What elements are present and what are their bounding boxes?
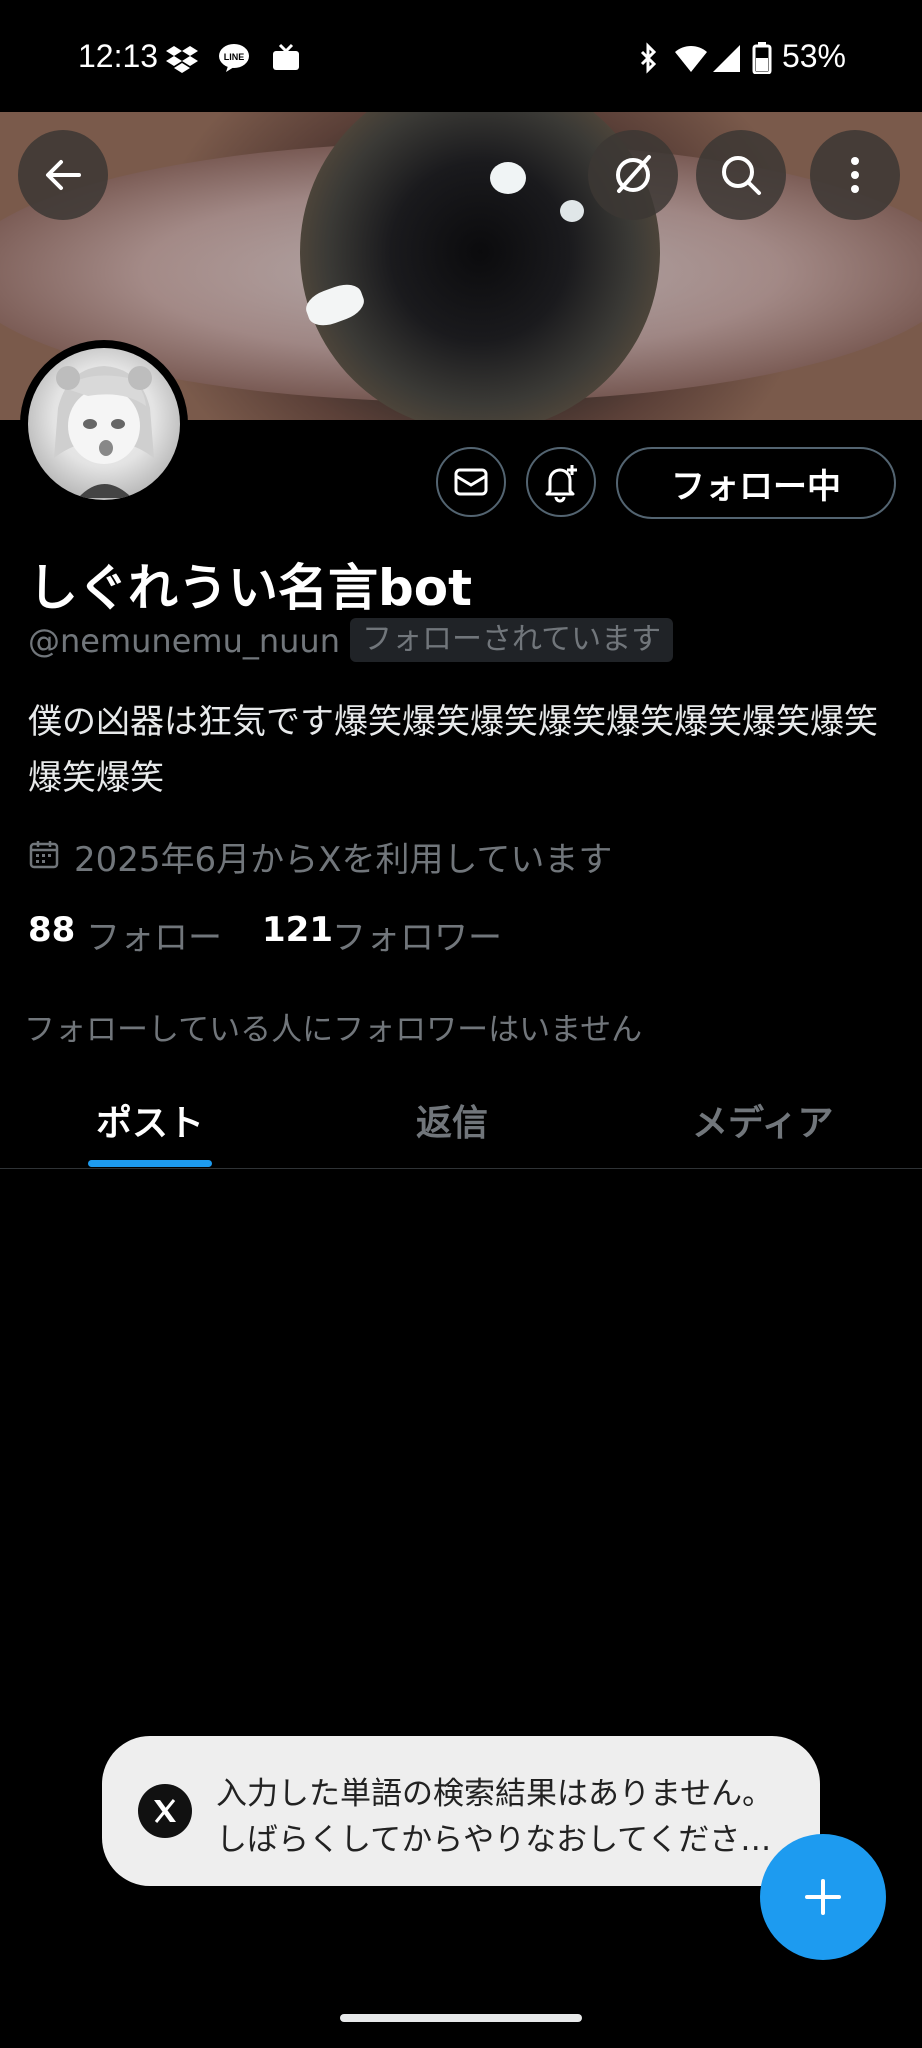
followers-label[interactable]: フォロワー [332, 910, 502, 959]
tab-posts[interactable]: ポスト [96, 1094, 204, 1146]
search-button[interactable] [696, 130, 786, 220]
status-time: 12:13 [78, 38, 159, 74]
back-button[interactable] [18, 130, 108, 220]
tab-replies[interactable]: 返信 [416, 1094, 488, 1146]
user-handle: @nemunemu_nuun [28, 622, 340, 660]
back-arrow-icon [46, 160, 81, 190]
notify-button[interactable] [526, 447, 596, 517]
plus-icon [805, 1879, 841, 1915]
message-button[interactable] [436, 447, 506, 517]
following-label[interactable]: フォロー [86, 910, 222, 959]
banner-glint [560, 200, 584, 222]
avatar-image [28, 348, 180, 500]
more-options-button[interactable] [810, 130, 900, 220]
profile-bio: 僕の凶器は狂気です爆笑爆笑爆笑爆笑爆笑爆笑爆笑爆笑爆笑爆笑 [28, 702, 878, 798]
calendar-icon [28, 838, 60, 870]
battery-icon [752, 42, 784, 75]
following-count[interactable]: 88 [28, 910, 75, 950]
line-icon: LINE [218, 42, 250, 74]
bluetooth-icon [632, 42, 664, 74]
more-vertical-icon [851, 157, 859, 193]
dropbox-icon [166, 42, 198, 74]
known-followers-text: フォローしている人にフォロワーはいません [24, 1012, 643, 1048]
home-gesture-bar[interactable] [340, 2014, 582, 2022]
follows-you-badge: フォローされています [350, 618, 674, 662]
battery-percentage: 53% [781, 38, 846, 74]
grok-icon [616, 155, 651, 193]
toast-text-line2: しばらくしてからやりなおしてくださ… [216, 1822, 772, 1858]
grok-button[interactable] [588, 130, 678, 220]
followers-count[interactable]: 121 [262, 910, 333, 950]
tab-media[interactable]: メディア [692, 1094, 833, 1146]
banner-glint [490, 162, 526, 194]
search-icon [722, 156, 761, 195]
following-button[interactable]: フォロー中 [616, 447, 896, 519]
mail-icon [454, 468, 488, 496]
toast-text-line1: 入力した単語の検索結果はありません。 [216, 1776, 774, 1812]
svg-text:LINE: LINE [224, 52, 245, 62]
compose-post-button[interactable] [760, 1834, 886, 1960]
display-name: しぐれうい名言bot [28, 559, 473, 617]
tab-divider [0, 1168, 922, 1169]
signal-icon [712, 42, 744, 74]
bell-plus-icon [545, 465, 577, 503]
wifi-icon [674, 42, 707, 74]
joined-date: 2025年6月からXを利用しています [74, 840, 613, 880]
active-tab-indicator [88, 1160, 212, 1167]
tv-icon [270, 42, 302, 74]
x-logo-icon [138, 1784, 192, 1838]
